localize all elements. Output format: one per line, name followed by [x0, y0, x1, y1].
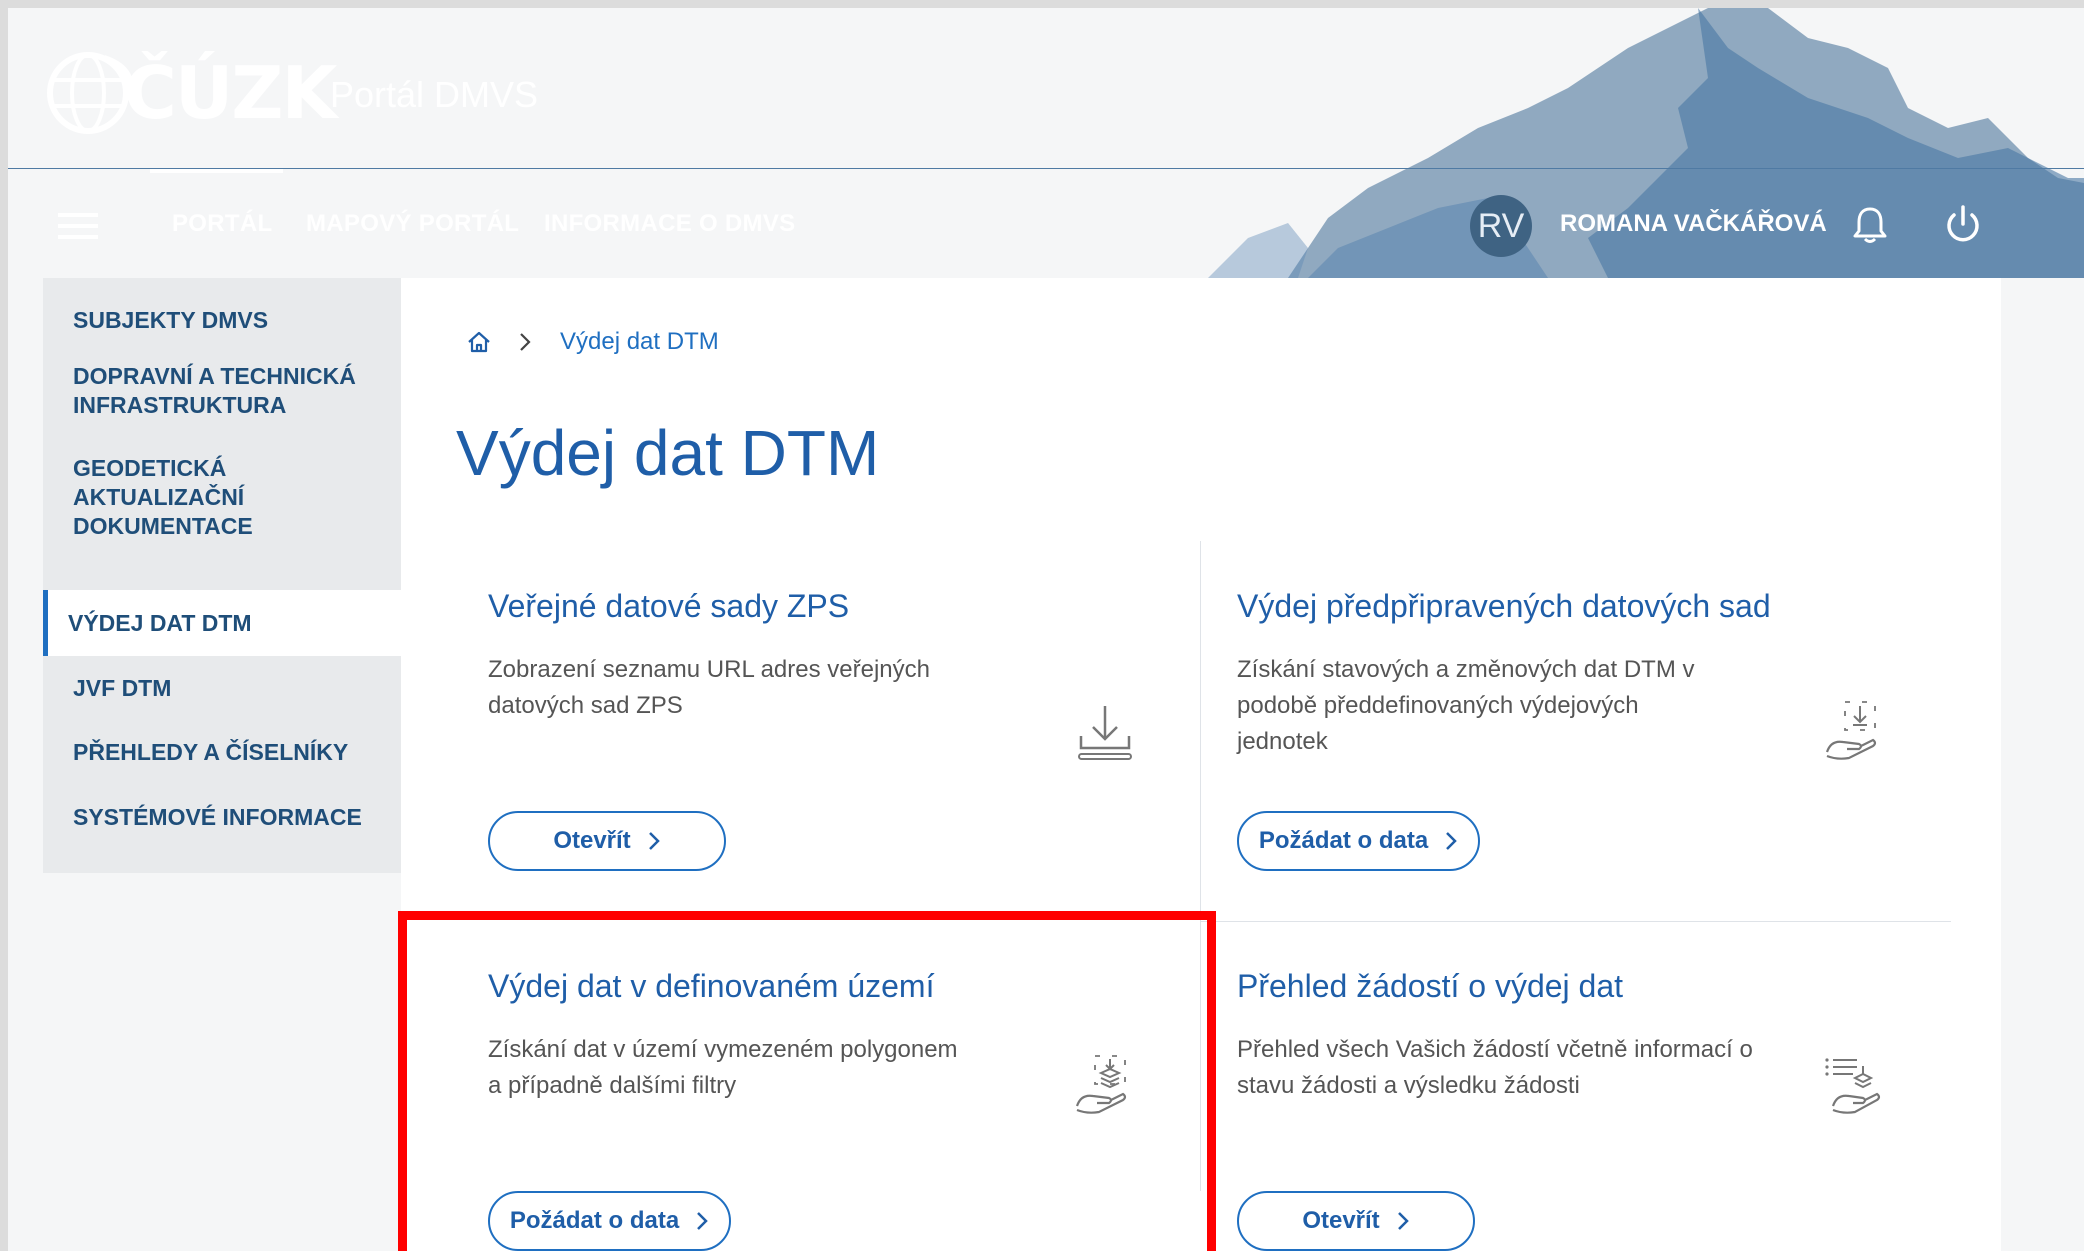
app-frame: ČÚZK Portál DMVS PORTÁL MAPOVÝ PORTÁL IN…: [8, 8, 2084, 1251]
download-icon: [1078, 706, 1132, 760]
nav-item-dmvs-info[interactable]: INFORMACE O DMVS: [544, 169, 795, 278]
open-button[interactable]: Otevřít: [488, 811, 726, 871]
hand-layers-icon: [1075, 1055, 1127, 1114]
sidebar-item-subjects[interactable]: SUBJEKTY DMVS: [43, 306, 401, 335]
button-label: Požádat o data: [509, 1207, 680, 1234]
sidebar: SUBJEKTY DMVS DOPRAVNÍ A TECHNICKÁ INFRA…: [43, 278, 401, 873]
nav-item-portal[interactable]: PORTÁL: [172, 169, 272, 278]
card-request-overview: Přehled žádostí o výdej dat Přehled všec…: [1237, 968, 1937, 1251]
card-defined-area: Výdej dat v definovaném území Získání da…: [488, 968, 1188, 1251]
breadcrumb: Výdej dat DTM: [466, 328, 719, 356]
card-title[interactable]: Veřejné datové sady ZPS: [488, 588, 849, 625]
card-description: Získání stavových a změnových dat DTM v …: [1237, 656, 1695, 755]
logo-text: ČÚZK: [124, 51, 337, 135]
card-description: Získání dat v území vymezeném polygonem …: [488, 1036, 958, 1099]
card-title[interactable]: Přehled žádostí o výdej dat: [1237, 968, 1623, 1005]
sidebar-item-gad[interactable]: GEODETICKÁ AKTUALIZAČNÍ DOKUMENTACE: [43, 454, 401, 541]
main-content: Výdej dat DTM Výdej dat DTM Veřejné dato…: [401, 278, 2001, 1251]
open-button[interactable]: Otevřít: [1237, 1191, 1475, 1251]
request-data-button[interactable]: Požádat o data: [488, 1191, 731, 1251]
sidebar-item-infrastructure[interactable]: DOPRAVNÍ A TECHNICKÁ INFRASTRUKTURA: [43, 362, 401, 420]
home-icon[interactable]: [466, 330, 492, 354]
menu-icon[interactable]: [58, 213, 98, 239]
button-label: Požádat o data: [1258, 827, 1429, 854]
breadcrumb-current[interactable]: Výdej dat DTM: [560, 328, 719, 356]
user-avatar[interactable]: RV: [1470, 195, 1532, 257]
nav-item-map-portal[interactable]: MAPOVÝ PORTÁL: [306, 169, 519, 278]
sidebar-item-overviews[interactable]: PŘEHLEDY A ČÍSELNÍKY: [43, 738, 401, 767]
sidebar-item-data-issue[interactable]: VÝDEJ DAT DTM: [43, 590, 401, 656]
chevron-right-icon: [697, 1212, 708, 1230]
hand-list-icon: [1825, 1058, 1881, 1114]
request-data-button[interactable]: Požádat o data: [1237, 811, 1480, 871]
bell-icon[interactable]: [1850, 205, 1890, 245]
card-description: Přehled všech Vašich žádostí včetně info…: [1237, 1036, 1753, 1099]
cuzk-logo[interactable]: ČÚZK: [44, 48, 337, 138]
chevron-right-icon: [648, 832, 660, 850]
sidebar-item-system-info[interactable]: SYSTÉMOVÉ INFORMACE: [43, 803, 401, 832]
user-name[interactable]: ROMANA VAČKÁŘOVÁ: [1560, 169, 1827, 278]
sidebar-item-jvf[interactable]: JVF DTM: [43, 674, 401, 703]
logout-icon[interactable]: [1942, 203, 1984, 245]
card-description: Zobrazení seznamu URL adres veřejných da…: [488, 656, 930, 719]
chevron-right-icon: [520, 333, 531, 351]
page-title: Výdej dat DTM: [456, 417, 880, 489]
card-prepared-datasets: Výdej předpřipravených datových sad Získ…: [1237, 588, 1937, 928]
card-divider-vertical: [1200, 541, 1201, 1191]
chevron-right-icon: [1397, 1212, 1409, 1230]
card-title[interactable]: Výdej předpřipravených datových sad: [1237, 588, 1771, 625]
portal-title: Portál DMVS: [330, 74, 539, 115]
globe-logo-icon: [47, 52, 134, 134]
button-label: Otevřít: [553, 827, 631, 854]
card-title[interactable]: Výdej dat v definovaném území: [488, 968, 934, 1005]
hand-download-icon: [1825, 701, 1877, 760]
button-label: Otevřít: [1302, 1207, 1380, 1234]
card-public-datasets: Veřejné datové sady ZPS Zobrazení seznam…: [488, 588, 1188, 928]
chevron-right-icon: [1446, 832, 1457, 850]
main-nav: PORTÁL MAPOVÝ PORTÁL INFORMACE O DMVS RV…: [8, 169, 2084, 278]
